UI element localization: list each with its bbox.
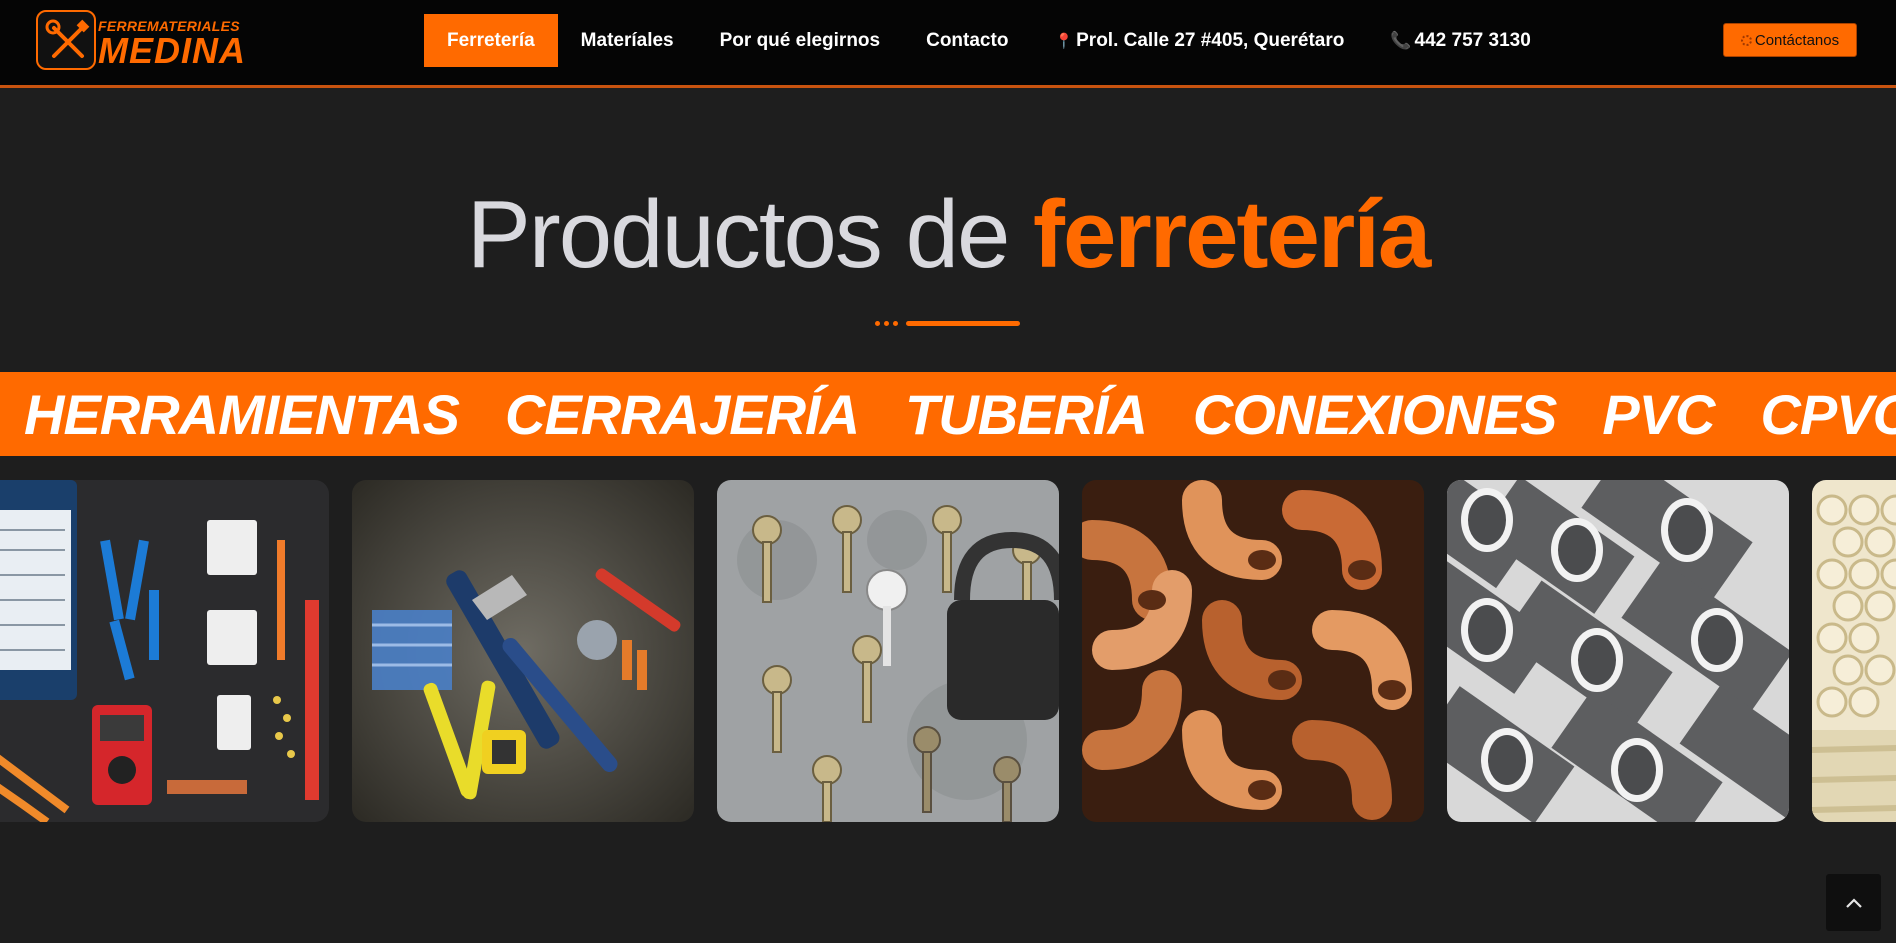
title-divider <box>875 320 1020 326</box>
category-cpvc: CPVC <box>1760 382 1896 446</box>
nav-item-address[interactable]: 📍 Prol. Calle 27 #405, Querétaro <box>1031 14 1367 67</box>
product-carousel <box>0 480 1896 823</box>
site-header: FERREMATERIALES MEDINA Ferretería Materí… <box>0 0 1896 88</box>
category-conexiones: CONEXIONES <box>1192 382 1557 446</box>
category-herramientas: HERRAMIENTAS <box>24 382 460 446</box>
nav-item-phone[interactable]: 📞 442 757 3130 <box>1367 14 1553 67</box>
loading-icon <box>1740 34 1752 46</box>
pvc-pipes-image[interactable] <box>1447 480 1789 822</box>
contact-button[interactable]: Contáctanos <box>1723 23 1857 57</box>
phone-text: 442 757 3130 <box>1414 29 1531 51</box>
electrical-tools-image[interactable] <box>0 480 329 822</box>
contact-button-label: Contáctanos <box>1754 31 1840 49</box>
nav-item-materiales[interactable]: Materíales <box>558 14 697 67</box>
keys-padlock-image[interactable] <box>717 480 1059 822</box>
section-title: Productos de ferretería <box>0 180 1896 290</box>
brand-logo[interactable]: FERREMATERIALES MEDINA <box>36 10 246 72</box>
back-to-top-button[interactable] <box>1826 874 1881 931</box>
section-title-plain: Productos de <box>466 181 1011 288</box>
section-title-accent: ferretería <box>1033 181 1431 288</box>
phone-icon: 📞 <box>1390 30 1412 50</box>
category-marquee: ​ HERRAMIENTAS CERRAJERÍA TUBERÍA CONEXI… <box>0 372 1896 456</box>
nav-item-contacto[interactable]: Contacto <box>903 14 1031 67</box>
chevron-up-icon <box>1845 897 1862 908</box>
map-pin-icon: 📍 <box>1054 32 1074 50</box>
cpvc-pipes-image[interactable] <box>1812 480 1896 822</box>
category-cerrajeria: CERRAJERÍA <box>504 382 860 446</box>
copper-fittings-image[interactable] <box>1082 480 1424 822</box>
category-tuberia: TUBERÍA <box>905 382 1148 446</box>
crossed-tools-icon <box>36 10 96 70</box>
brand-name: MEDINA <box>98 30 246 71</box>
category-pvc: PVC <box>1602 382 1715 446</box>
nav-item-por-que-elegirnos[interactable]: Por qué elegirnos <box>697 14 903 67</box>
main-nav: Ferretería Materíales Por qué elegirnos … <box>424 14 1554 67</box>
hand-tools-image[interactable] <box>352 480 694 822</box>
nav-item-ferreteria[interactable]: Ferretería <box>424 14 558 67</box>
address-text: Prol. Calle 27 #405, Querétaro <box>1076 29 1345 51</box>
